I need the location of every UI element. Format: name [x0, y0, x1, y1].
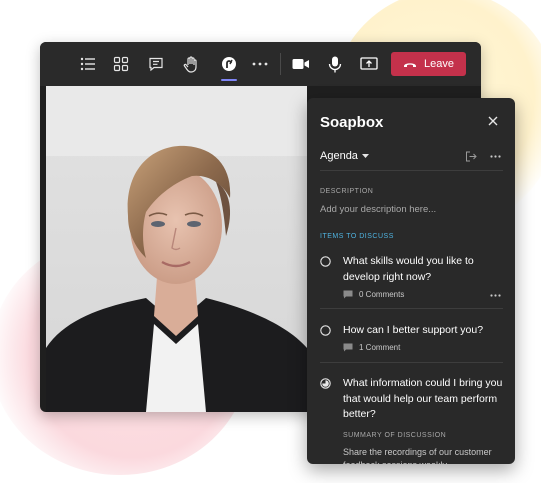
item-text: What skills would you like to develop ri… [343, 255, 474, 283]
leave-label: Leave [424, 58, 454, 70]
comment-count: 1 Comment [359, 343, 401, 352]
breakout-rooms-icon[interactable] [111, 54, 131, 74]
item-status-circle-icon[interactable] [320, 325, 331, 336]
panel-title: Soapbox [320, 114, 384, 131]
agenda-dropdown[interactable]: Agenda [320, 150, 358, 162]
description-label: DESCRIPTION [320, 188, 374, 195]
share-screen-icon[interactable] [359, 54, 379, 74]
camera-icon[interactable] [291, 54, 311, 74]
item-comments[interactable]: 1 Comment [343, 343, 400, 352]
summary-label: SUMMARY OF DISCUSSION [343, 432, 447, 439]
participant-portrait [46, 86, 307, 412]
item-in-progress-icon[interactable] [320, 378, 331, 389]
summary-text[interactable]: Share the recordings of our customer fee… [343, 446, 503, 464]
leave-button[interactable]: Leave [391, 52, 466, 76]
soapbox-panel: Soapbox Agenda DESCRIPTION Add your desc… [307, 98, 515, 464]
items-to-discuss-label: ITEMS TO DISCUSS [320, 233, 394, 240]
chat-icon[interactable] [146, 54, 166, 74]
comment-count: 0 Comments [359, 290, 405, 299]
participants-list-icon[interactable] [78, 54, 98, 74]
item-more-icon[interactable] [490, 294, 501, 297]
chevron-down-icon[interactable] [362, 154, 369, 158]
item-divider [320, 362, 503, 363]
raise-hand-icon[interactable] [181, 54, 201, 74]
soapbox-app-icon[interactable] [219, 54, 239, 74]
more-options-icon[interactable] [490, 155, 501, 158]
comment-icon [343, 343, 353, 352]
description-input[interactable]: Add your description here... [320, 204, 436, 215]
agenda-dropdown-row: Agenda [320, 142, 503, 171]
close-icon[interactable] [486, 114, 500, 128]
participant-video [46, 86, 307, 412]
item-divider [320, 308, 503, 309]
comment-icon [343, 290, 353, 299]
exit-icon[interactable] [465, 151, 477, 162]
item-comments[interactable]: 0 Comments [343, 290, 404, 299]
item-status-circle-icon[interactable] [320, 256, 331, 267]
hang-up-icon [404, 62, 416, 67]
microphone-icon[interactable] [325, 54, 345, 74]
meeting-toolbar: Leave [40, 42, 481, 86]
active-tab-indicator [221, 79, 237, 81]
toolbar-divider [280, 53, 281, 75]
item-text: What information could I bring you that … [343, 377, 503, 420]
item-text: How can I better support you? [343, 324, 484, 336]
more-actions-icon[interactable] [250, 54, 270, 74]
